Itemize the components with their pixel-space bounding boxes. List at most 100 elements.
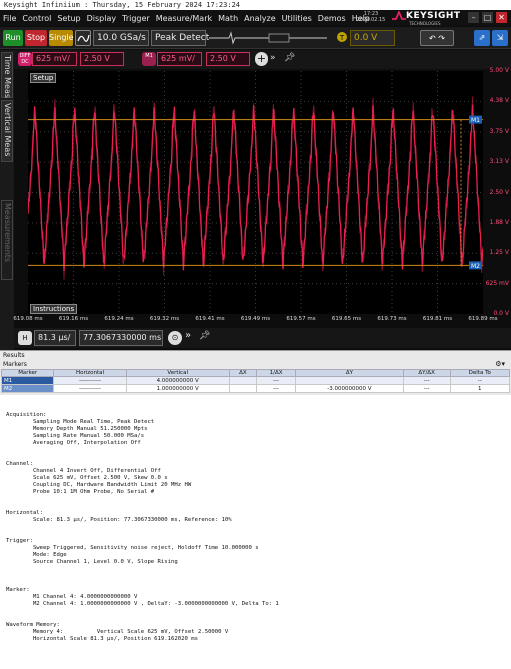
table-cell: --- [256,384,297,393]
x-tick-label: 619.89 ms [468,316,498,322]
stop-button[interactable]: Stop [25,30,47,46]
y-tick-label: 4.38 V [489,97,509,105]
time-meas-tab[interactable]: Time Meas [1,52,13,98]
minimize-icon[interactable]: – [468,12,479,23]
measurements-tab[interactable]: Measurements [1,200,13,280]
menu-display[interactable]: Display [84,14,120,23]
math-badge[interactable]: M1 [142,52,156,66]
report-line: Coupling DC, Hardware Bandwidth Limit 20… [6,482,192,488]
table-row[interactable]: M2 ----------- 1.000000000 V --- -3.00000000… [0,384,511,393]
setup-button[interactable]: Setup [30,73,57,83]
menu-utilities[interactable]: Utilities [279,14,315,23]
status-clock: 17:23 2024.02.15 [354,11,388,23]
x-tick-label: 619.73 ms [377,316,407,322]
report-line: M1 Channel 4: 4.0000000000000 V [6,594,138,600]
time-position-field[interactable]: 77.3067330000 ms [79,330,163,346]
time-scale-field[interactable]: 81.3 µs/ [34,330,76,346]
column-header[interactable]: Horizontal [53,369,127,377]
report-line: Sampling Rate Manual 50.000 MSa/s [6,433,145,439]
menu-math[interactable]: Math [215,14,241,23]
settings-icon[interactable]: ⚙▾ [495,360,505,369]
waveform-plot[interactable]: M1 M2 Setup Instructions [27,71,484,314]
channel-4-offset[interactable]: 2.50 V [80,52,124,66]
more-channels-icon[interactable]: » [270,53,276,63]
menu-control[interactable]: Control [19,14,54,23]
column-header[interactable]: 1/ΔX [256,369,297,377]
menu-analyze[interactable]: Analyze [241,14,279,23]
report-line: Trigger: [6,538,33,544]
table-cell: ----------- [53,376,127,385]
report-line: Waveform Memory: [6,622,60,628]
zoom-button[interactable]: ⇗ [474,30,490,46]
y-tick-label: 1.88 V [489,218,509,226]
channel-4-scale[interactable]: 625 mV/ [32,52,77,66]
table-cell: -3.000000000 V [295,384,404,393]
report-line: Sweep Triggered, Sensitivity noise rejec… [6,545,259,551]
markers-table-body: M1 ----------- 4.000000000 V --- --- -- M2 ----… [0,376,511,393]
menu-trigger[interactable]: Trigger [119,14,153,23]
table-cell [295,376,404,385]
report-line: Scale: 81.3 µs/, Position: 77.3067330000… [6,517,232,523]
keysight-wave-icon [392,11,406,20]
vertical-meas-tab[interactable]: Vertical Meas [1,100,13,162]
table-cell: 4.000000000 V [125,376,230,385]
screenshot: Keysight Infiniium : Thursday, 15 Februa… [0,0,511,669]
column-header[interactable]: Marker [0,369,55,377]
report-line: Channel 4 Invert Off, Differential Off [6,468,161,474]
x-tick-label: 619.49 ms [240,316,271,322]
y-tick-label: 3.13 V [489,158,509,166]
waveform-svg: M1 M2 [27,71,484,314]
maximize-icon[interactable]: □ [482,12,493,23]
report-line: Acquisition: [6,412,47,418]
table-cell: -- [449,376,511,385]
math-scale[interactable]: 625 mV/ [157,52,202,66]
math-offset[interactable]: 2.50 V [206,52,250,66]
column-header[interactable]: ΔY [295,369,404,377]
report-line [6,566,279,573]
x-tick-label: 619.65 ms [331,316,362,322]
expand-horizontal-icon[interactable]: » [185,330,191,341]
report-line: Sampling Mode Real Time, Peak Detect [6,419,155,425]
add-channel-icon[interactable]: + [255,52,268,66]
column-header[interactable]: Delta To [449,369,511,377]
results-panel: Results Markers ⚙▾ Marker Horizontal Verti… [0,350,511,395]
pin-icon[interactable]: 📌︎ [284,53,295,63]
horizontal-badge[interactable]: H [18,331,32,345]
channel-4-badge[interactable]: DIFF DC [18,52,32,66]
close-icon[interactable]: ✕ [496,12,507,23]
menu-file[interactable]: File [0,14,19,23]
sample-rate-field[interactable]: 10.0 GSa/s [93,30,149,46]
auto-scale-button[interactable] [75,30,91,46]
y-tick-label: 5.00 V [489,67,509,74]
instructions-button[interactable]: Instructions [30,304,78,314]
column-header[interactable]: Vertical [125,369,230,377]
menu-setup[interactable]: Setup [54,14,83,23]
report-line: Mode: Edge [6,552,67,558]
menu-measuremark[interactable]: Measure/Mark [153,14,215,23]
table-cell: 1.000000000 V [125,384,230,393]
table-row[interactable]: M1 ----------- 4.000000000 V --- --- -- [0,376,511,385]
run-button[interactable]: Run [3,30,23,46]
x-tick-label: 619.41 ms [195,316,225,322]
undo-redo-button[interactable]: ↶ ↷ [420,30,454,46]
x-tick-label: 619.57 ms [286,316,316,322]
report-line: Channel: [6,461,33,467]
table-cell: --- [402,376,451,385]
menu-demos[interactable]: Demos [315,14,349,23]
window-title: Keysight Infiniium : Thursday, 15 Februa… [4,1,241,9]
report-line: M2 Channel 4: 1.0000000000000 V , DeltaY… [6,601,279,607]
channel-bar: DIFF DC 625 mV/ 2.50 V M1 625 mV/ 2.50 V… [14,50,511,69]
clock-date: 2024.02.15 [356,17,386,23]
single-button[interactable]: Single [49,30,74,46]
column-header[interactable]: ΔY/ΔX [402,369,451,377]
trigger-level-field[interactable]: 0.0 V [350,30,395,46]
acquisition-mode-field[interactable]: Peak Detect [151,30,209,46]
pin-horizontal-icon[interactable]: 📌︎ [199,331,210,341]
report-line [6,531,279,538]
y-tick-label: 3.75 V [489,127,509,135]
zoom-horizontal-icon[interactable]: ⊙ [168,331,182,345]
time-axis-labels: 619.08 ms 619.16 ms 619.24 ms 619.32 ms 619.… [13,316,511,326]
measurements-label: Measurements [3,203,12,263]
grid-button[interactable]: ⇲ [492,30,508,46]
column-header[interactable]: ΔX [228,369,258,377]
